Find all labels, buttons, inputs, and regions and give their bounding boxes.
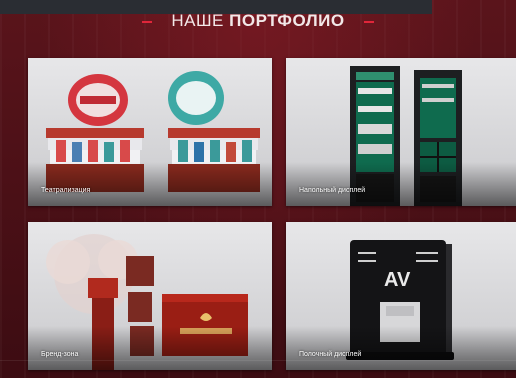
card-label: Полочный дисплей — [299, 351, 362, 358]
title-light: НАШЕ — [171, 11, 224, 30]
card-shade — [28, 162, 272, 206]
bottom-divider — [0, 360, 516, 361]
portfolio-card-floor-display[interactable]: Напольный дисплей — [286, 58, 516, 206]
title-dash-left — [142, 20, 153, 23]
card-label: Напольный дисплей — [299, 187, 366, 194]
portfolio-card-shelf-display[interactable]: AV Полочный дисплей — [286, 222, 516, 370]
card-shade — [28, 326, 272, 370]
card-label: Бренд-зона — [41, 351, 79, 358]
card-shade — [286, 162, 516, 206]
section-title: НАШЕ ПОРТФОЛИО — [0, 11, 516, 31]
card-shade — [286, 326, 516, 370]
title-dash-right — [363, 20, 374, 23]
title-bold: ПОРТФОЛИО — [229, 11, 345, 30]
card-label: Театрализация — [41, 187, 91, 194]
portfolio-card-theatrical[interactable]: Театрализация — [28, 58, 272, 206]
svg-text:AV: AV — [384, 269, 411, 291]
portfolio-card-brand-zone[interactable]: Бренд-зона — [28, 222, 272, 370]
